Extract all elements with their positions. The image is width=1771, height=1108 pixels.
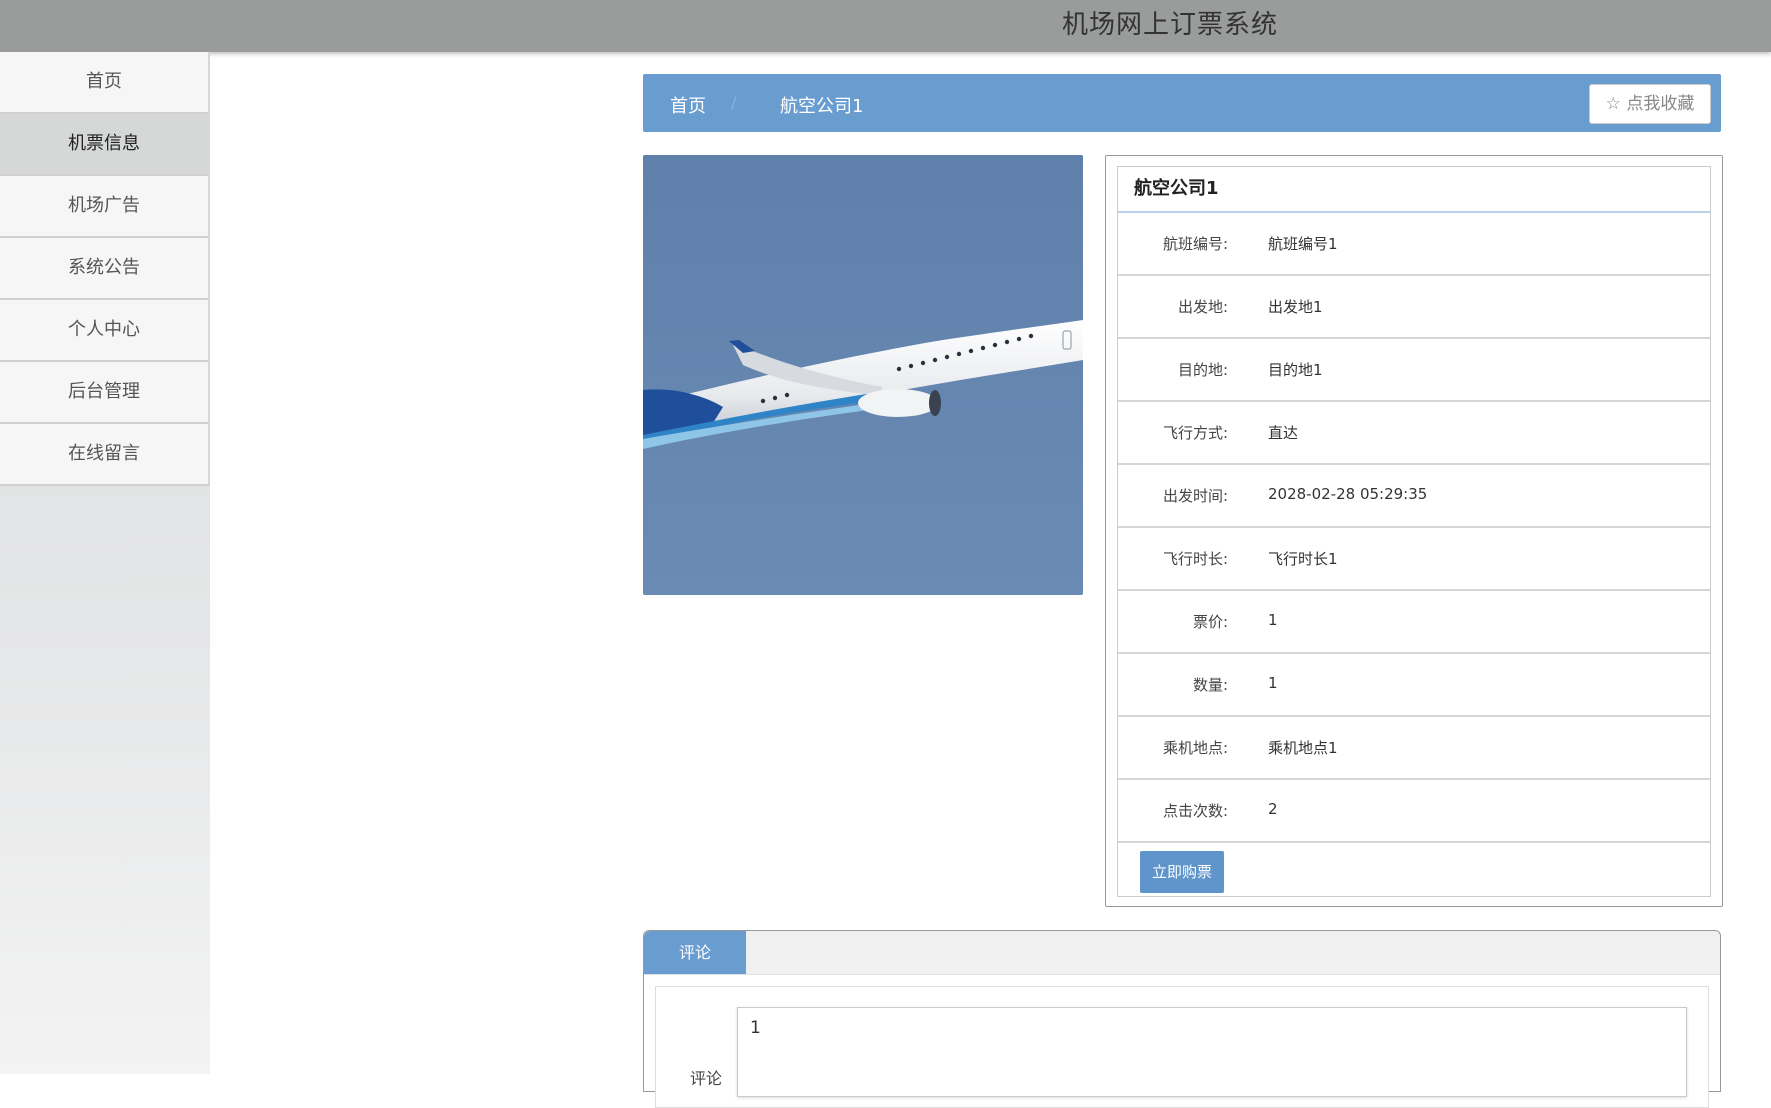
buy-row: 立即购票 — [1118, 843, 1710, 897]
sidebar-item-personal-center[interactable]: 个人中心 — [0, 300, 210, 362]
top-header: 机场网上订票系统 — [0, 0, 1771, 52]
detail-label: 票价: — [1192, 613, 1228, 631]
detail-row-flight-number: 航班编号: 航班编号1 — [1118, 213, 1710, 276]
detail-label: 数量: — [1192, 676, 1228, 694]
detail-label: 乘机地点: — [1162, 739, 1228, 757]
detail-row-flight-type: 飞行方式: 直达 — [1118, 402, 1710, 465]
detail-value: 乘机地点1 — [1268, 739, 1338, 757]
sidebar-item-home[interactable]: 首页 — [0, 52, 210, 114]
detail-value: 2028-02-28 05:29:35 — [1268, 485, 1428, 503]
detail-value: 目的地1 — [1268, 361, 1323, 379]
breadcrumb: 首页 / 航空公司1 ☆ 点我收藏 — [643, 74, 1721, 132]
flight-photo — [643, 155, 1083, 595]
detail-row-duration: 飞行时长: 飞行时长1 — [1118, 528, 1710, 591]
buy-ticket-button[interactable]: 立即购票 — [1140, 851, 1224, 893]
detail-label: 航班编号: — [1162, 235, 1228, 253]
detail-label: 飞行方式: — [1162, 424, 1228, 442]
detail-title: 航空公司1 — [1118, 167, 1710, 213]
detail-value: 直达 — [1268, 424, 1299, 442]
comment-input[interactable]: 1 — [737, 1007, 1687, 1097]
comment-form: 评论 1 — [655, 986, 1709, 1108]
breadcrumb-separator: / — [731, 93, 737, 112]
detail-value: 航班编号1 — [1268, 235, 1338, 253]
detail-label: 出发时间: — [1162, 487, 1228, 505]
detail-value: 1 — [1268, 674, 1278, 692]
favorite-button-label: 点我收藏 — [1626, 94, 1695, 114]
flight-detail-panel: 航空公司1 航班编号: 航班编号1 出发地: 出发地1 目的地: 目的地1 飞行… — [1105, 155, 1723, 907]
comments-tab-strip: 评论 — [644, 931, 1720, 975]
detail-row-click-count: 点击次数: 2 — [1118, 780, 1710, 843]
detail-row-destination: 目的地: 目的地1 — [1118, 339, 1710, 402]
app-title: 机场网上订票系统 — [1061, 10, 1278, 40]
sidebar-item-messages[interactable]: 在线留言 — [0, 424, 210, 486]
detail-row-departure: 出发地: 出发地1 — [1118, 276, 1710, 339]
breadcrumb-current: 航空公司1 — [780, 96, 864, 117]
sidebar: 首页 机票信息 机场广告 系统公告 个人中心 后台管理 在线留言 — [0, 52, 210, 1074]
comments-section: 评论 评论 1 — [643, 930, 1721, 1108]
detail-value: 出发地1 — [1268, 298, 1323, 316]
detail-label: 点击次数: — [1162, 802, 1228, 820]
flight-detail-card: 航空公司1 航班编号: 航班编号1 出发地: 出发地1 目的地: 目的地1 飞行… — [1117, 166, 1711, 897]
detail-row-departure-time: 出发时间: 2028-02-28 05:29:35 — [1118, 465, 1710, 528]
sidebar-item-flight-tickets[interactable]: 机票信息 — [0, 114, 210, 176]
detail-label: 出发地: — [1177, 298, 1228, 316]
detail-value: 飞行时长1 — [1268, 550, 1338, 568]
detail-row-price: 票价: 1 — [1118, 591, 1710, 654]
detail-row-quantity: 数量: 1 — [1118, 654, 1710, 717]
sidebar-item-airport-ads[interactable]: 机场广告 — [0, 176, 210, 238]
detail-label: 目的地: — [1177, 361, 1228, 379]
detail-row-boarding-location: 乘机地点: 乘机地点1 — [1118, 717, 1710, 780]
comment-field-label: 评论 — [690, 1069, 723, 1088]
sidebar-item-announcements[interactable]: 系统公告 — [0, 238, 210, 300]
favorite-button[interactable]: ☆ 点我收藏 — [1589, 84, 1711, 124]
star-icon: ☆ — [1605, 94, 1621, 114]
airplane-image — [643, 155, 1083, 595]
sidebar-item-admin[interactable]: 后台管理 — [0, 362, 210, 424]
detail-value: 1 — [1268, 611, 1278, 629]
detail-value: 2 — [1268, 800, 1278, 818]
breadcrumb-home-link[interactable]: 首页 — [670, 92, 706, 118]
detail-label: 飞行时长: — [1162, 550, 1228, 568]
tab-comments[interactable]: 评论 — [644, 931, 746, 974]
